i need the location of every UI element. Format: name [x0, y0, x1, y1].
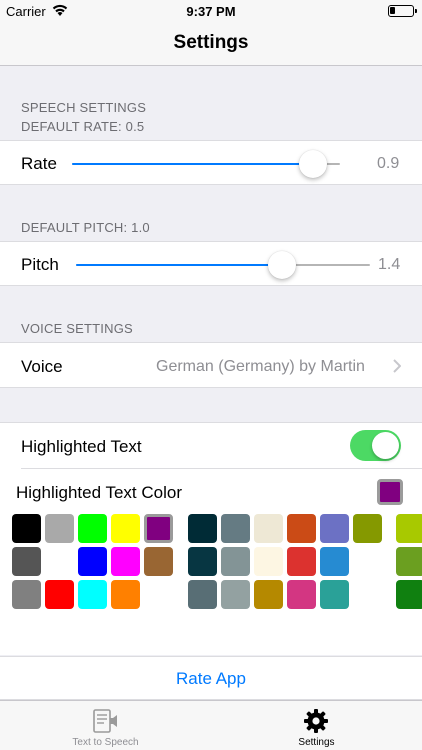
default-pitch-label: DEFAULT PITCH: 1.0: [21, 220, 150, 235]
rate-app-button[interactable]: Rate App: [0, 669, 422, 689]
pitch-label: Pitch: [21, 255, 59, 274]
pitch-slider-thumb[interactable]: [268, 251, 296, 279]
color-swatch[interactable]: [111, 514, 140, 543]
chevron-right-icon: [393, 359, 401, 373]
color-swatch[interactable]: [12, 580, 41, 609]
color-swatch[interactable]: [221, 547, 250, 576]
pitch-value: 1.4: [378, 256, 401, 273]
pitch-cell: Pitch 1.4: [0, 241, 422, 286]
tab-text-to-speech[interactable]: Text to Speech: [0, 701, 211, 750]
status-time: 9:37 PM: [186, 4, 236, 19]
voice-settings-header: VOICE SETTINGS: [21, 321, 133, 336]
color-swatch[interactable]: [287, 580, 316, 609]
speech-settings-header: SPEECH SETTINGS: [21, 100, 147, 115]
color-swatch[interactable]: [221, 514, 250, 543]
tab-settings[interactable]: Settings: [211, 701, 422, 750]
highlighted-text-label: Highlighted Text: [21, 437, 142, 456]
gear-icon: [304, 709, 328, 733]
rate-app-cell[interactable]: Rate App: [0, 656, 422, 700]
tab-settings-label: Settings: [298, 737, 335, 748]
color-swatch[interactable]: [188, 514, 217, 543]
color-palette: [0, 512, 422, 612]
color-swatch[interactable]: [396, 514, 422, 543]
highlighted-text-color-label: Highlighted Text Color: [16, 483, 182, 502]
pitch-slider-fill: [76, 264, 282, 266]
voice-cell[interactable]: Voice German (Germany) by Martin: [0, 342, 422, 388]
color-swatch[interactable]: [78, 547, 107, 576]
color-swatch[interactable]: [78, 580, 107, 609]
rate-slider-fill: [72, 163, 313, 165]
rate-slider[interactable]: [72, 150, 340, 178]
default-rate-label: DEFAULT RATE: 0.5: [21, 119, 145, 134]
voice-value: German (Germany) by Martin: [156, 358, 365, 375]
color-swatch[interactable]: [396, 580, 422, 609]
rate-label: Rate: [21, 154, 57, 173]
color-swatch[interactable]: [188, 580, 217, 609]
tab-text-to-speech-label: Text to Speech: [72, 737, 139, 748]
navigation-bar: Settings: [0, 22, 422, 66]
color-swatch[interactable]: [12, 514, 41, 543]
rate-slider-thumb[interactable]: [299, 150, 327, 178]
color-swatch[interactable]: [144, 514, 173, 543]
color-swatch[interactable]: [111, 547, 140, 576]
rate-cell: Rate 0.9: [0, 140, 422, 185]
color-swatch[interactable]: [111, 580, 140, 609]
color-swatch[interactable]: [254, 514, 283, 543]
color-swatch[interactable]: [320, 514, 349, 543]
toggle-knob: [372, 432, 399, 459]
text-to-speech-icon: [93, 709, 117, 733]
color-swatch[interactable]: [45, 580, 74, 609]
color-swatch[interactable]: [320, 547, 349, 576]
color-swatch[interactable]: [254, 580, 283, 609]
rate-value: 0.9: [377, 155, 400, 172]
page-title: Settings: [173, 32, 249, 53]
color-swatch[interactable]: [396, 547, 422, 576]
color-swatch[interactable]: [320, 580, 349, 609]
color-swatch[interactable]: [221, 580, 250, 609]
color-swatch[interactable]: [12, 547, 41, 576]
color-swatch[interactable]: [78, 514, 107, 543]
color-swatch[interactable]: [287, 514, 316, 543]
color-swatch[interactable]: [144, 547, 173, 576]
color-swatch[interactable]: [353, 514, 382, 543]
voice-label: Voice: [21, 357, 63, 376]
color-swatch[interactable]: [254, 547, 283, 576]
color-swatch[interactable]: [45, 514, 74, 543]
selected-color-swatch: [377, 479, 403, 505]
highlighted-text-toggle[interactable]: [350, 430, 401, 461]
color-swatch[interactable]: [287, 547, 316, 576]
pitch-slider[interactable]: [76, 251, 370, 279]
status-bar: Carrier 9:37 PM: [0, 0, 422, 22]
divider: [21, 468, 422, 469]
tab-bar: Text to Speech Settings: [0, 700, 422, 750]
color-swatch[interactable]: [188, 547, 217, 576]
battery-icon: [388, 5, 417, 17]
